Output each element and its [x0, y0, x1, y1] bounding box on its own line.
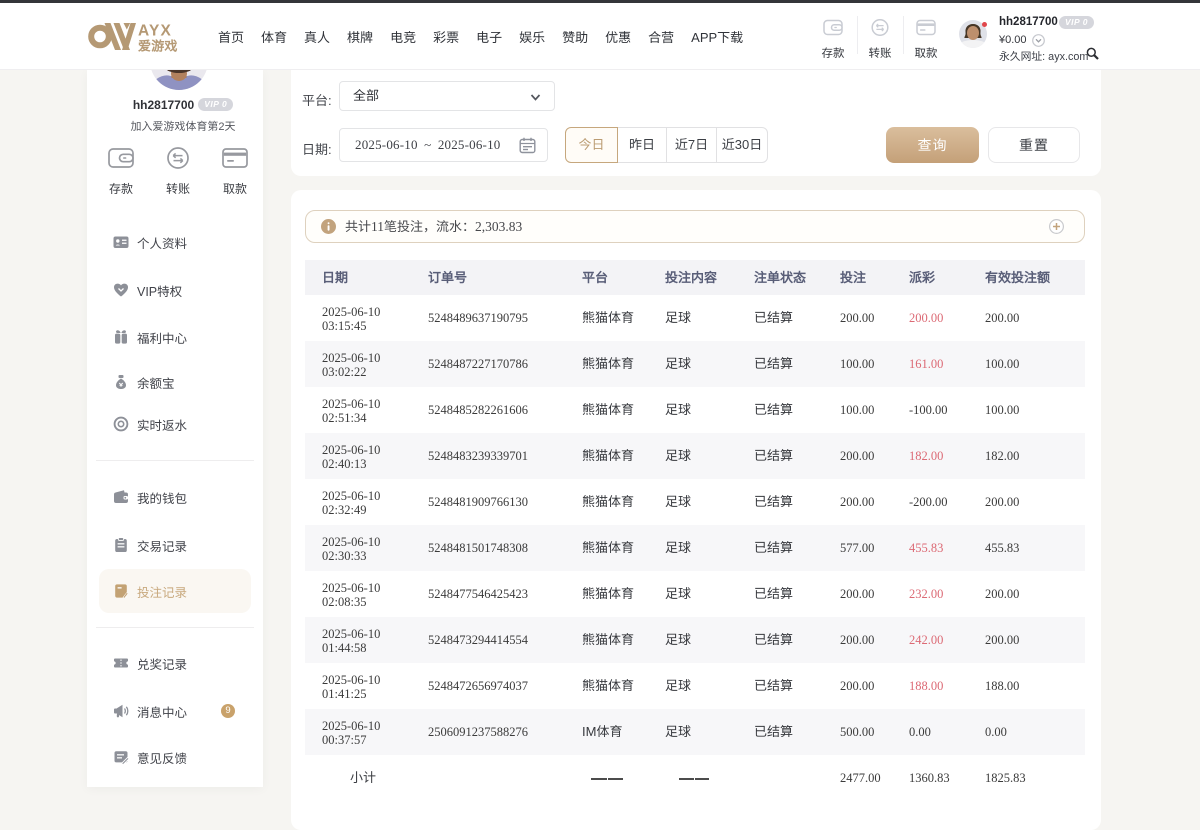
svg-text:AYX: AYX — [138, 23, 172, 40]
svg-text:爱游戏: 爱游戏 — [138, 39, 178, 54]
